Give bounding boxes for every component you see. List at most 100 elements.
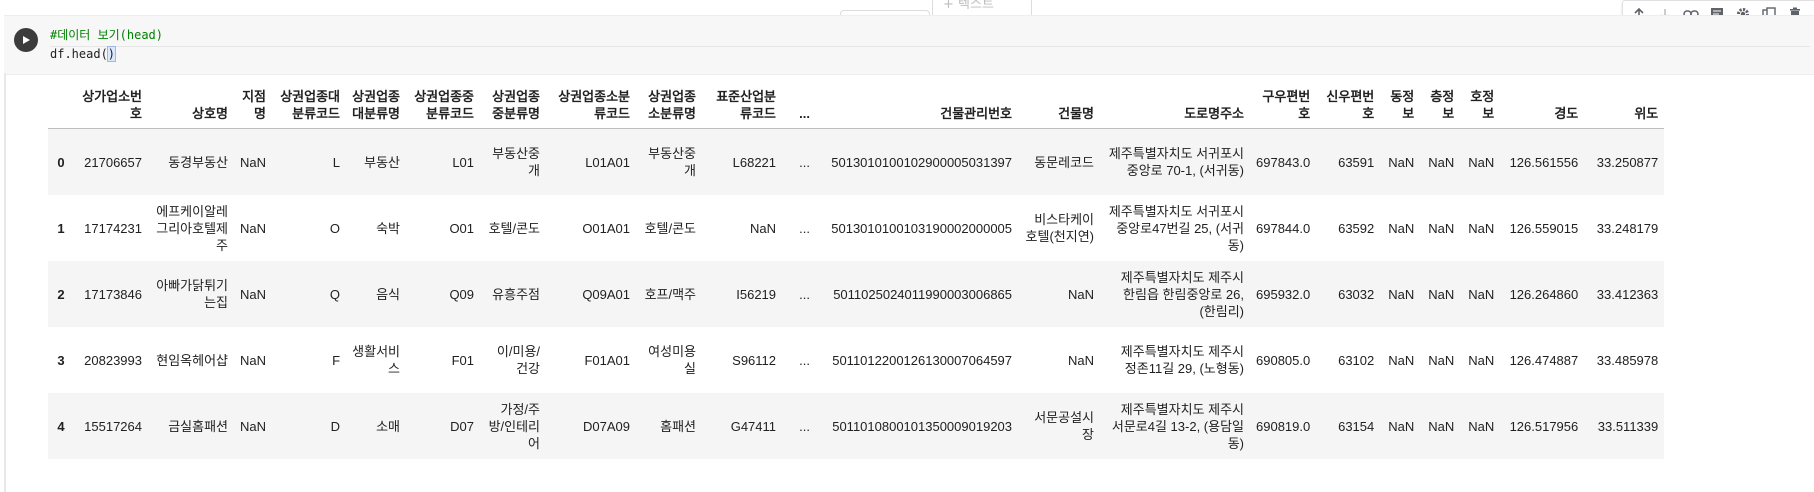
index-header xyxy=(48,86,74,129)
table-row: 2 17173846 아빠가닭튀기는집 NaN Q 음식 Q09 유흥주점 Q09A01 호프/맥… xyxy=(48,261,1665,327)
table-cell: ... xyxy=(799,220,811,236)
table-cell: 제주특별자치도 제주시 정존11길 29, (노형동) xyxy=(1120,344,1245,376)
table-cell: 5013010100103190002000005 xyxy=(831,220,1013,236)
table-cell: NaN xyxy=(240,220,267,236)
table-cell: NaN xyxy=(1428,154,1455,170)
column-header: 상호명 xyxy=(148,86,234,129)
table-cell: NaN xyxy=(1468,220,1495,236)
dataframe-table: 상가업소번호 상호명 지점명 상권업종대분류코드 상권업종대분류명 상권업종중분… xyxy=(48,86,1665,459)
column-header: 상권업종대분류명 xyxy=(346,86,407,129)
table-cell: D07A09 xyxy=(583,418,631,434)
table-cell: NaN xyxy=(1428,418,1455,434)
table-cell: Q09 xyxy=(449,286,475,302)
table-cell: 5011025024011990003006865 xyxy=(833,286,1013,302)
table-cell: NaN xyxy=(1388,418,1415,434)
play-icon xyxy=(23,36,30,44)
cell-output: 상가업소번호 상호명 지점명 상권업종대분류코드 상권업종대분류명 상권업종중분… xyxy=(48,86,1665,459)
table-cell: 63592 xyxy=(1338,220,1375,236)
table-cell: D xyxy=(330,418,341,434)
table-cell: 금실홈패션 xyxy=(168,418,228,434)
table-cell: 5013010100102900005031397 xyxy=(831,154,1013,170)
table-cell: ... xyxy=(799,418,811,434)
table-cell: 생활서비스 xyxy=(352,344,401,376)
header-row: 상가업소번호 상호명 지점명 상권업종대분류코드 상권업종대분류명 상권업종중분… xyxy=(48,86,1665,129)
table-cell: L01 xyxy=(452,154,475,170)
table-cell: Q09A01 xyxy=(582,286,631,302)
table-cell: 여성미용실 xyxy=(648,344,697,376)
table-cell: 126.264860 xyxy=(1509,286,1579,302)
table-cell: 제주특별자치도 서귀포시 중앙로47번길 25, (서귀동) xyxy=(1108,203,1245,253)
column-header: 호정보 xyxy=(1460,86,1501,129)
table-cell: 홈패션 xyxy=(660,418,697,434)
table-cell: F01A01 xyxy=(584,352,631,368)
column-header: 신우편번호 xyxy=(1316,86,1381,129)
column-header: 건물관리번호 xyxy=(816,86,1019,129)
code-cell[interactable]: #데이터 보기(head) df.head() xyxy=(4,15,1814,75)
table-cell: O01 xyxy=(449,220,475,236)
table-cell: F01 xyxy=(451,352,475,368)
table-cell: 126.474887 xyxy=(1509,352,1579,368)
code-statement: df.head() xyxy=(50,45,163,64)
table-cell: 695932.0 xyxy=(1256,286,1311,302)
table-cell: NaN xyxy=(240,286,267,302)
output-rail xyxy=(4,73,6,492)
table-cell: 부동산 xyxy=(364,154,401,170)
table-row: 0 21706657 동경부동산 NaN L 부동산 L01 부동산중개 L01A01 부동산중개… xyxy=(48,128,1665,195)
table-cell: L68221 xyxy=(732,154,777,170)
table-cell: NaN xyxy=(750,220,777,236)
table-cell: O01A01 xyxy=(582,220,631,236)
table-cell: 호텔/콘도 xyxy=(644,220,697,236)
table-cell: 소매 xyxy=(376,418,401,434)
table-cell: 17174231 xyxy=(84,220,142,236)
column-header: ... xyxy=(782,86,817,129)
column-header: 동정보 xyxy=(1380,86,1421,129)
table-cell: 5011010800101350009019203 xyxy=(832,418,1013,434)
table-cell: ... xyxy=(799,286,811,302)
column-header: 경도 xyxy=(1500,86,1585,129)
row-index: 1 xyxy=(57,220,65,236)
table-cell: 유흥주점 xyxy=(492,286,541,302)
run-cell-button[interactable] xyxy=(14,28,38,52)
table-cell: NaN xyxy=(240,154,267,170)
table-cell: 동경부동산 xyxy=(168,154,228,170)
table-cell: 126.561556 xyxy=(1509,154,1579,170)
table-cell: 숙박 xyxy=(376,220,401,236)
table-cell: ... xyxy=(799,154,811,170)
column-header: 위도 xyxy=(1584,86,1665,129)
row-index: 3 xyxy=(57,352,65,368)
table-row: 1 17174231 에프케이알레그리아호텔제주 NaN O 숙박 O01 호텔/콘도 O01A… xyxy=(48,195,1664,261)
table-cell: 33.250877 xyxy=(1596,154,1659,170)
column-header: 상가업소번호 xyxy=(74,86,148,129)
column-header: 구우편번호 xyxy=(1250,86,1317,129)
table-cell: 부동산중개 xyxy=(492,146,541,178)
table-cell: L xyxy=(332,154,341,170)
table-cell: 현임옥헤어샵 xyxy=(156,352,228,368)
table-cell: 690805.0 xyxy=(1256,352,1311,368)
table-cell: NaN xyxy=(240,352,267,368)
code-editor[interactable]: #데이터 보기(head) df.head() xyxy=(50,26,163,64)
table-cell: NaN xyxy=(1428,352,1455,368)
table-cell: 20823993 xyxy=(84,352,142,368)
column-header: 상권업종소분류명 xyxy=(636,86,703,129)
table-cell: NaN xyxy=(1388,154,1415,170)
line-divider xyxy=(50,46,1810,47)
table-cell: 697844.0 xyxy=(1256,220,1311,236)
table-cell: G47411 xyxy=(730,418,777,434)
column-header: 표준산업분류코드 xyxy=(702,86,783,129)
table-cell: 697843.0 xyxy=(1256,154,1311,170)
table-cell: F xyxy=(332,352,341,368)
column-header: 상권업종대분류코드 xyxy=(272,86,347,129)
table-cell: NaN xyxy=(1468,418,1495,434)
table-cell: 126.559015 xyxy=(1509,220,1579,236)
table-cell: 아빠가닭튀기는집 xyxy=(156,278,228,310)
table-cell: 63154 xyxy=(1338,418,1375,434)
table-cell: 63032 xyxy=(1338,286,1375,302)
column-header: 층정보 xyxy=(1420,86,1461,129)
table-cell: 호텔/콘도 xyxy=(488,220,541,236)
table-row: 3 20823993 현임옥헤어샵 NaN F 생활서비스 F01 이/미용/건강 F01A01… xyxy=(48,327,1664,393)
table-cell: 126.517956 xyxy=(1509,418,1579,434)
row-index: 0 xyxy=(57,154,65,170)
table-cell: NaN xyxy=(1468,154,1495,170)
table-cell: 63102 xyxy=(1338,352,1375,368)
table-cell: 음식 xyxy=(376,286,401,302)
